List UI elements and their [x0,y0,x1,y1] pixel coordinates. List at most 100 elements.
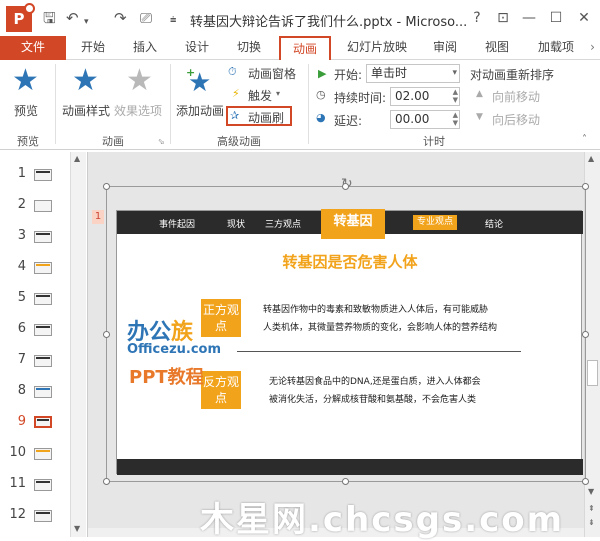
help-button[interactable]: ? [466,9,488,27]
resize-handle[interactable] [342,183,349,190]
delay-spinner[interactable]: 00.00 ▲ ▼ [390,110,460,129]
undo-dropdown-icon[interactable]: ▾ [84,13,89,31]
tab-file[interactable]: 文件 [0,36,66,60]
customize-toolbar-icon[interactable]: ⩧ [170,11,176,29]
powerpoint-app-icon[interactable]: P [6,3,35,32]
move-later-label: 向后移动 [492,113,541,127]
slide-thumbnail[interactable] [34,510,52,522]
group-divider [308,64,309,144]
nav-item: 结论 [485,220,504,230]
add-animation-label: 添加动画 [176,104,225,118]
con-view-box: 反方观点 [201,371,241,409]
animation-group-label: 动画 [102,135,124,148]
slide-thumbnail[interactable] [34,386,52,398]
next-slide-icon[interactable]: ⇟ [588,518,595,527]
clock-icon: ◷ [316,88,326,101]
slide-thumbnail[interactable] [34,324,52,336]
tab-home[interactable]: 开始 [72,36,114,60]
effect-options-button[interactable]: ★ 效果选项 [114,64,166,128]
preview-button[interactable]: ★ 预览 [6,64,50,128]
slide-thumbnail[interactable] [34,231,52,243]
effect-options-star-icon: ★ [126,63,153,98]
ribbon-tab-bar: 文件 开始 插入 设计 切换 动画 幻灯片放映 审阅 视图 加载项 › [0,36,600,61]
slide-thumbnail-active[interactable] [34,416,52,428]
resize-handle[interactable] [582,183,589,190]
animation-painter-icon: ✰ [230,109,240,122]
add-animation-button[interactable]: ★ + 添加动画 [174,64,226,128]
reorder-animation-title: 对动画重新排序 [470,68,555,82]
minimize-button[interactable]: — [518,9,540,27]
tab-review[interactable]: 审阅 [424,36,466,60]
more-tabs-icon[interactable]: › [585,36,600,60]
tab-slideshow[interactable]: 幻灯片放映 [338,36,416,60]
slide-thumbnail[interactable] [34,200,52,212]
tab-addins[interactable]: 加载项 [528,36,584,60]
scroll-up-icon[interactable]: ▲ [588,154,594,163]
ppt-tutorial-logo: PPT教程 [129,367,204,388]
ribbon-display-options-button[interactable]: ⊡ [492,9,514,27]
maximize-button[interactable]: ☐ [545,9,567,27]
officezu-url-logo: Officezu.com [127,342,222,357]
slide-thumbnail[interactable] [34,293,52,305]
collapse-ribbon-icon[interactable]: ˄ [582,134,587,145]
slide[interactable]: 事件起因 现状 三方观点 结论 转基因 专业观点 转基因是否危害人体 正方观点 … [116,209,583,475]
move-earlier-label: 向前移动 [492,90,541,104]
animation-styles-button[interactable]: ★ 动画样式 [60,64,112,128]
slide-thumbnail[interactable] [34,448,52,460]
duration-label: 持续时间: [334,91,387,105]
trigger-button[interactable]: ⚡ 触发 ▾ [228,86,288,104]
move-earlier-button[interactable]: ▲ 向前移动 [476,87,556,105]
undo-icon[interactable]: ↶ [66,9,79,27]
play-icon: ▶ [318,67,327,80]
thumbnail-number: 11 [9,476,26,491]
scrollbar-thumb[interactable] [587,360,598,386]
thumbnail-scrollbar[interactable]: ▲ ▼ [70,152,86,537]
animation-order-tag[interactable]: 1 [92,210,104,224]
thumbnail-number-active: 9 [17,414,26,429]
slide-thumbnail[interactable] [34,262,52,274]
duration-spinner[interactable]: 02.00 ▲ ▼ [390,87,460,106]
animation-pane-icon: ⏱ [228,65,237,78]
resize-handle[interactable] [582,478,589,485]
resize-handle[interactable] [103,183,110,190]
slide-thumbnail[interactable] [34,479,52,491]
tab-design[interactable]: 设计 [176,36,218,60]
animation-painter-button[interactable]: ✰ 动画刷 [226,106,292,126]
spinner-arrows-icon[interactable]: ▲ ▼ [453,111,458,127]
close-button[interactable]: ✕ [573,9,595,27]
spinner-arrows-icon[interactable]: ▲ ▼ [453,88,458,104]
body-text: 无论转基因食品中的DNA,还是蛋白质，进入人体都会 [269,377,481,387]
preview-star-icon: ★ [12,63,39,98]
lightning-icon: ⚡ [232,87,240,100]
move-later-button[interactable]: ▼ 向后移动 [476,110,556,128]
pro-view-box: 正方观点 [201,299,241,337]
scroll-up-icon[interactable]: ▲ [74,154,80,163]
resize-handle[interactable] [342,478,349,485]
save-icon[interactable]: 🖫 [43,9,56,27]
thumbnail-number: 7 [17,352,26,367]
start-slideshow-icon[interactable]: ⎚ [140,9,152,27]
redo-icon[interactable]: ↷ [114,9,127,27]
start-select-value: 单击时 [371,66,408,80]
resize-handle[interactable] [103,478,110,485]
start-select[interactable]: 单击时 ▾ [366,64,460,83]
thumbnail-number: 5 [17,290,26,305]
nav-item: 事件起因 [159,220,196,230]
animation-pane-button[interactable]: ⏱ 动画窗格 [228,64,302,82]
tab-animations[interactable]: 动画 [279,36,331,61]
slide-footer-bar [117,459,583,475]
scroll-down-icon[interactable]: ▼ [74,524,80,533]
resize-handle[interactable] [582,331,589,338]
previous-slide-icon[interactable]: ⇞ [588,504,595,513]
tab-view[interactable]: 视图 [476,36,518,60]
tab-transitions[interactable]: 切换 [228,36,270,60]
slide-thumbnail[interactable] [34,169,52,181]
animation-styles-label: 动画样式 [62,104,111,118]
dialog-launcher-icon[interactable]: ⬂ [158,137,165,146]
slide-thumbnail[interactable] [34,355,52,367]
tab-insert[interactable]: 插入 [124,36,166,60]
thumbnail-number: 1 [17,166,26,181]
resize-handle[interactable] [103,331,110,338]
scroll-down-icon[interactable]: ▼ [588,487,594,496]
animations-ribbon: ★ 预览 预览 ★ 动画样式 ★ 效果选项 动画 ⬂ ★ + 添加动画 ⏱ 动画… [0,60,600,150]
